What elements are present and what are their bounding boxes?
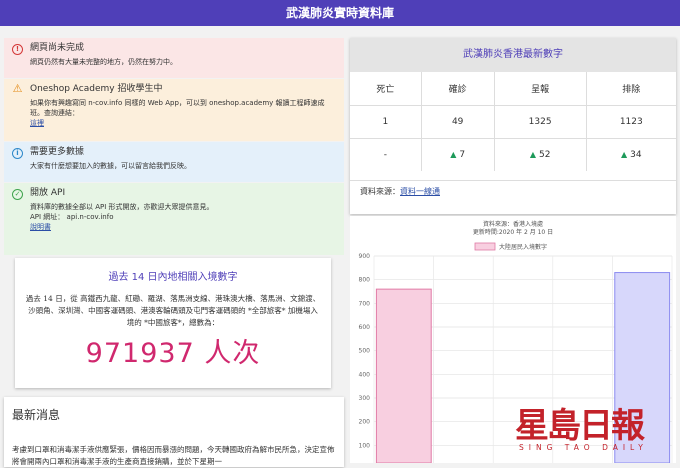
change-reported: ▲ 52: [494, 137, 587, 171]
alert-text: 如果你有興趣寫同 n-cov.info 同樣的 Web App，可以到 ones…: [30, 99, 325, 117]
y-tick-label: 500: [359, 348, 371, 355]
value-deaths: 1: [350, 104, 422, 138]
col-header-excluded: 排除: [622, 84, 641, 95]
news-card: 最新消息 考慮到口罩和消毒潔手液供應緊張，價格因而暴漲的問題，今天轉國政府為解市…: [4, 397, 344, 467]
inflow-total: 971937 人次: [85, 338, 261, 369]
alert-more-data: i 需要更多數據 大家有什麼想要加入的數據，可以留言給我們反映。: [4, 142, 344, 182]
change-value: 34: [630, 149, 642, 160]
hk-stats-card: 武漢肺炎香港最新數字 死亡 確診 呈報 排除 1 49 1325 1123 - …: [350, 38, 676, 214]
alert-text: 大家有什麼想要加入的數據，可以留言給我們反映。: [30, 162, 191, 170]
y-tick-label: 400: [359, 371, 371, 378]
arrow-up-icon: ▲: [529, 149, 536, 159]
inflow-card: 過去 14 日內地相關入境數字 過去 14 日，從 高鐵西九龍、紅磡、羅湖、落馬…: [15, 258, 331, 388]
change-confirmed: ▲ 7: [421, 137, 495, 171]
col-header-deaths: 死亡: [350, 72, 422, 105]
alert-title: 需要更多數據: [30, 147, 85, 157]
chart-title: 資料來源：香港入境處: [483, 220, 543, 228]
news-title: 最新消息: [12, 408, 61, 422]
info-icon: i: [12, 148, 23, 159]
change-value: 7: [459, 149, 466, 160]
value-reported: 1325: [494, 104, 587, 138]
alert-text: 資料庫的數據全部以 API 形式開放，亦歡迎大眾提供意見。: [30, 203, 214, 211]
watermark-sub: SING TAO DAILY: [519, 443, 648, 452]
y-tick-label: 300: [359, 395, 371, 402]
y-tick-label: 200: [359, 419, 371, 426]
api-url-text: API 網址： api.n-cov.info: [30, 213, 114, 221]
alert-api: ✓ 開放 API 資料庫的數據全部以 API 形式開放，亦歡迎大眾提供意見。 A…: [4, 183, 344, 255]
y-tick-label: 900: [359, 253, 371, 260]
y-tick-label: 600: [359, 324, 371, 331]
watermark-logo: 星島日報 SING TAO DAILY: [515, 398, 665, 452]
y-tick-label: 700: [359, 300, 371, 307]
alert-title: 網頁尚未完成: [30, 43, 85, 53]
value-confirmed: 49: [421, 104, 495, 138]
inflow-title: 過去 14 日內地相關入境數字: [108, 272, 238, 283]
chart-bar: [375, 288, 432, 464]
warning-icon: ⚠: [12, 82, 23, 95]
alert-text: 網頁仍然有大量未完整的地方，仍然在努力中。: [30, 58, 177, 66]
api-docs-link[interactable]: 說明書: [30, 222, 338, 232]
watermark-main: 星島日報: [515, 406, 645, 446]
arrow-up-icon: ▲: [450, 149, 457, 159]
alert-incomplete: ! 網頁尚未完成 網頁仍然有大量未完整的地方，仍然在努力中。: [4, 38, 344, 78]
error-icon: !: [12, 44, 23, 55]
app-header: 武漢肺炎實時資料庫: [0, 0, 680, 26]
y-tick-label: 800: [359, 277, 371, 284]
col-header-reported: 呈報: [494, 72, 587, 105]
chart-subtitle: 更新時間:2020 年 2 月 10 日: [473, 228, 553, 236]
stats-title: 武漢肺炎香港最新數字: [350, 38, 676, 72]
news-body: 考慮到口罩和消毒潔手液供應緊張，價格因而暴漲的問題，今天轉國政府為解市民所急，決…: [12, 445, 335, 466]
app-title: 武漢肺炎實時資料庫: [285, 6, 394, 20]
alert-title: Oneshop Academy 招收學生中: [30, 84, 163, 94]
academy-link[interactable]: 這裡: [30, 118, 338, 128]
col-header-confirmed: 確診: [421, 72, 495, 105]
stats-table: 死亡 確診 呈報 排除 1 49 1325 1123 - ▲ 7 ▲ 52 ▲ 34: [350, 72, 676, 171]
alert-academy: ⚠ Oneshop Academy 招收學生中 如果你有興趣寫同 n-cov.i…: [4, 79, 344, 141]
source-label: 資料來源：: [360, 187, 400, 196]
arrow-up-icon: ▲: [620, 149, 628, 159]
legend-swatch: [474, 242, 496, 251]
check-icon: ✓: [12, 189, 23, 200]
source-link[interactable]: 資料一線通: [400, 187, 440, 196]
legend-label: 大陸居民入境數字: [499, 243, 547, 251]
y-tick-label: 100: [359, 442, 371, 449]
change-value: 52: [538, 149, 551, 160]
change-excluded: ▲ 34: [586, 137, 676, 171]
value-excluded: 1123: [586, 104, 676, 138]
stats-source: 資料來源：資料一線通: [350, 180, 676, 202]
alert-title: 開放 API: [30, 188, 66, 198]
change-deaths: -: [350, 137, 422, 171]
inflow-body: 過去 14 日，從 高鐵西九龍、紅磡、羅湖、落馬洲支線、港珠澳大橋、落馬洲、文錦…: [25, 294, 321, 327]
